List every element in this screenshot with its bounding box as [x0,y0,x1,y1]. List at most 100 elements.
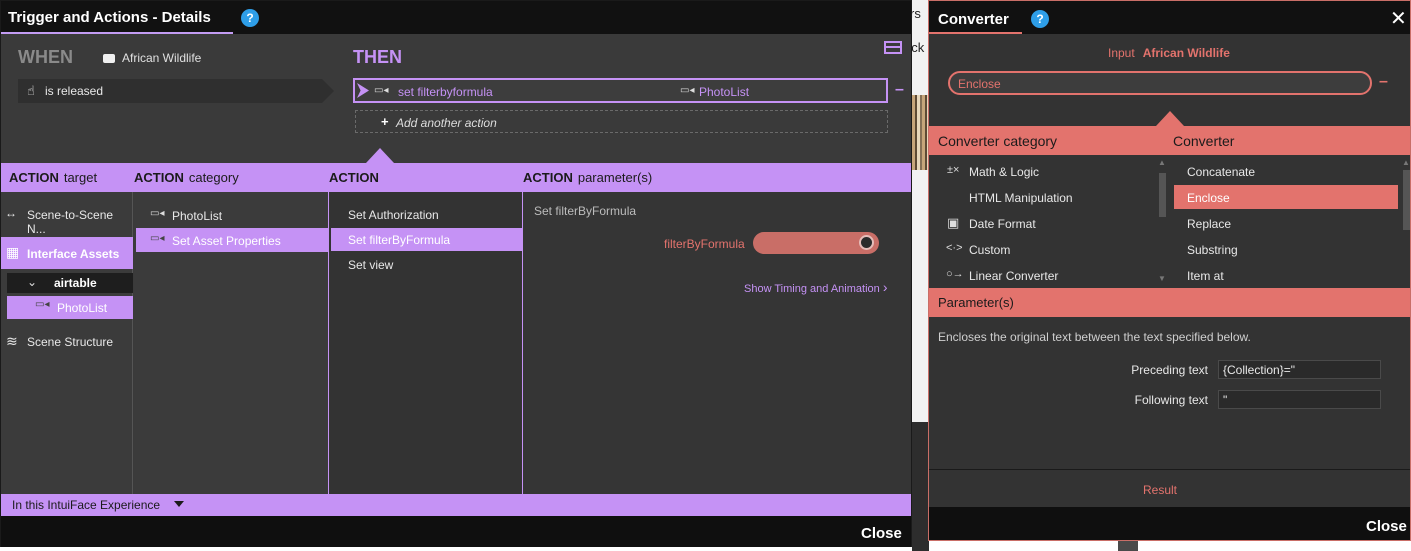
converter-selection-field[interactable]: Enclose [948,71,1372,95]
help-icon[interactable]: ? [241,9,259,27]
remove-converter-button[interactable]: – [1379,73,1388,91]
converter-scrollbar[interactable] [1403,170,1410,230]
input-value: African Wildlife [1142,46,1230,60]
category-item-label: Date Format [969,217,1036,231]
preceding-text-input[interactable]: {Collection}=" [1218,360,1381,379]
action-item-label: Set filterByFormula [348,233,451,247]
category-item-custom[interactable]: <·> Custom [940,239,1156,261]
trigger-actions-window: Trigger and Actions - Details ? WHEN Afr… [0,0,912,547]
result-label: Result [1143,483,1178,497]
asset-icon: ▭◂ [150,233,165,244]
trigger-selector[interactable]: ☝ is released [18,79,334,103]
converter-item-item-at[interactable]: Item at [1174,265,1398,287]
selection-pointer [1156,111,1184,126]
parameters-header-label: Parameter(s) [938,295,1014,310]
action-item-set-filterbyformula[interactable]: Set filterByFormula [331,228,522,251]
category-item-set-asset-properties[interactable]: ▭◂ Set Asset Properties [136,228,328,252]
converter-item-concatenate[interactable]: Concatenate [1174,161,1398,183]
columns-header: ACTION target ACTION category ACTION ACTIO… [1,163,911,192]
category-item-math-logic[interactable]: ±× Math & Logic [940,161,1156,183]
background-text-fragment: rs [912,6,921,21]
hand-pointer-icon: ☝ [27,83,35,98]
timing-animation-link[interactable]: Show Timing and Animation › [744,279,887,295]
scroll-up-icon[interactable]: ▲ [1158,158,1166,167]
input-label: Input African Wildlife [1108,46,1230,60]
trigger-label: is released [45,84,104,98]
target-item-label: Scene-to-Scene N... [27,208,114,236]
tree-node-photolist[interactable]: ▭◂ PhotoList [7,296,133,319]
col-header-params: ACTION parameter(s) [523,170,653,185]
category-item-label: Set Asset Properties [172,234,281,248]
tree-node-airtable[interactable]: ⌄ airtable [7,273,133,293]
category-item-label: Linear Converter [969,269,1059,283]
binding-icon[interactable] [859,235,874,250]
background-text-fragment: ack [912,40,925,55]
action-item-set-authorization[interactable]: Set Authorization [331,204,522,226]
window-footer: Close [929,507,1410,540]
selected-action-row[interactable]: ▭◂ set filterbyformula ▭◂ PhotoList [353,78,888,103]
converter-item-substring[interactable]: Substring [1174,239,1398,261]
target-item-label: Scene Structure [27,335,114,349]
parameters-header: Parameter(s) [929,288,1410,317]
plus-icon: + [381,114,389,129]
scope-label: In this IntuiFace Experience [12,498,161,512]
asset-icon: ▭◂ [150,208,165,219]
interface-assets-icon: ▦ [6,244,20,260]
converter-item-label: Item at [1187,269,1224,283]
col-header-action: ACTION [329,170,379,185]
category-item-linear-converter[interactable]: ○→ Linear Converter [940,265,1156,287]
scope-bar[interactable]: In this IntuiFace Experience [1,494,911,516]
math-icon: ±× [947,164,960,176]
category-item-html-manipulation[interactable]: HTML Manipulation [940,187,1156,209]
target-item-scene-nav[interactable]: ↔ Scene-to-Scene N... [1,200,132,236]
filterbyformula-binding-field[interactable] [753,232,879,254]
window-title: Trigger and Actions - Details [8,9,211,26]
category-item-photolist[interactable]: ▭◂ PhotoList [136,204,328,226]
asset-icon: ▭◂ [680,85,695,96]
then-label: THEN [353,47,402,67]
background-panel [912,422,929,551]
result-divider [929,469,1410,470]
close-button[interactable]: Close [1366,518,1407,535]
close-button[interactable]: Close [861,525,902,542]
remove-action-button[interactable]: – [895,81,904,99]
selection-pointer [366,148,394,163]
converter-item-label: Replace [1187,217,1232,231]
converter-item-label: Enclose [1187,191,1230,205]
converter-selection-value: Enclose [958,77,1001,91]
window-title: Converter [938,11,1009,28]
category-scrollbar[interactable] [1159,173,1166,217]
category-item-label: Math & Logic [969,165,1040,179]
category-item-label: HTML Manipulation [969,191,1073,205]
action-arrow-icon [357,83,369,98]
help-icon[interactable]: ? [1031,10,1049,28]
following-text-input[interactable]: " [1218,390,1381,409]
tree-node-label: PhotoList [57,301,108,315]
close-icon[interactable]: ✕ [1390,6,1407,31]
add-action-button[interactable]: + Add another action [355,110,888,133]
converter-item-replace[interactable]: Replace [1174,213,1398,235]
converter-item-enclose[interactable]: Enclose [1174,185,1398,209]
custom-icon: <·> [946,242,963,254]
action-item-label: Set Authorization [348,208,439,222]
scroll-up-icon[interactable]: ▲ [1402,158,1410,167]
grid-view-icon[interactable] [884,41,902,54]
asset-icon [103,54,115,63]
scroll-down-icon[interactable]: ▼ [1158,274,1166,283]
converter-header: Converter [1173,133,1235,149]
target-item-scene-structure[interactable]: ≋ Scene Structure [1,327,132,357]
when-source[interactable]: African Wildlife [103,51,201,65]
action-item-label: Set view [348,258,394,272]
converter-item-label: Concatenate [1187,165,1256,179]
title-underline [929,32,1022,34]
window-titlebar: Trigger and Actions - Details ? [1,1,911,34]
category-item-label: PhotoList [172,209,223,223]
chevron-down-icon: ⌄ [27,275,38,289]
scene-nav-icon: ↔ [5,206,17,220]
action-item-set-view[interactable]: Set view [331,254,522,276]
calendar-icon: ▣ [947,215,960,230]
category-item-date-format[interactable]: ▣ Date Format [940,213,1156,235]
target-item-interface-assets[interactable]: ▦ Interface Assets [1,237,133,269]
chevron-right-icon: › [882,279,888,295]
category-item-label: Custom [969,243,1011,257]
